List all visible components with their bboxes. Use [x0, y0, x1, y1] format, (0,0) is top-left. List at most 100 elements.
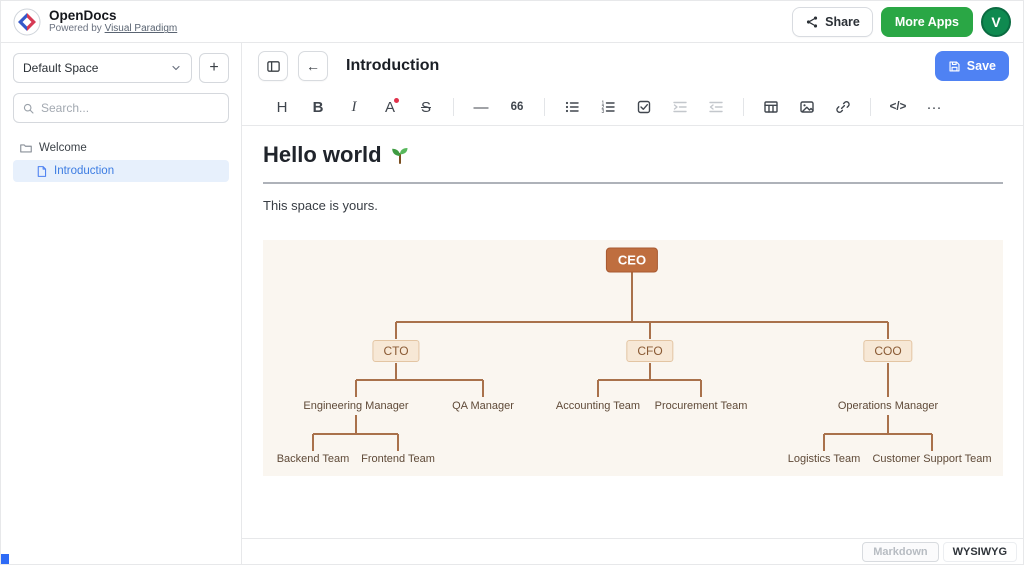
outdent-icon-button: [702, 93, 730, 121]
chevron-down-icon: [170, 62, 182, 74]
more-glyph: ···: [927, 99, 942, 116]
org-node-frontend-team: Frontend Team: [361, 453, 435, 465]
org-connector: [887, 322, 889, 339]
doc-toolbar: ← Introduction Save: [242, 43, 1024, 89]
space-name: Default Space: [23, 61, 98, 75]
image-icon-button[interactable]: [793, 93, 821, 121]
save-label: Save: [967, 59, 996, 73]
bullet-list-icon-button[interactable]: [558, 93, 586, 121]
doc-title: Introduction: [346, 57, 439, 75]
heading-divider: [263, 182, 1003, 184]
seedling-emoji-icon: [390, 145, 410, 165]
horizontal-rule-button[interactable]: —: [467, 93, 495, 121]
text-color-button[interactable]: A: [376, 93, 404, 121]
search-box[interactable]: [13, 93, 229, 123]
search-input[interactable]: [41, 101, 220, 115]
org-connector: [356, 379, 483, 381]
org-node-coo: COO: [863, 340, 912, 362]
more-apps-button[interactable]: More Apps: [881, 7, 973, 37]
powered-by-prefix: Powered by: [49, 23, 105, 34]
app-title-block: OpenDocs Powered by Visual Paradigm: [49, 9, 177, 35]
org-node-engineering-manager: Engineering Manager: [303, 400, 408, 412]
share-icon: [805, 15, 819, 29]
svg-text:3: 3: [602, 109, 605, 115]
header-actions: Share More Apps V: [792, 7, 1011, 37]
app-name: OpenDocs: [49, 9, 177, 24]
blockquote-button[interactable]: 66: [503, 93, 531, 121]
strikethrough-button[interactable]: S: [412, 93, 440, 121]
indent-icon-button: [666, 93, 694, 121]
document-content[interactable]: Hello world This space is yours. CEOCTOC…: [242, 126, 1024, 538]
bold-button[interactable]: B: [304, 93, 332, 121]
org-node-backend-team: Backend Team: [277, 453, 350, 465]
opendocs-logo-icon: [13, 8, 41, 36]
italic-glyph: I: [352, 99, 357, 116]
toolbar-divider: [453, 98, 454, 116]
org-connector: [823, 434, 825, 451]
sidebar: Default Space + Welcome Introduction: [1, 43, 242, 565]
org-connector: [312, 434, 314, 451]
save-button[interactable]: Save: [935, 51, 1009, 81]
visual-paradigm-link[interactable]: Visual Paradigm: [105, 23, 178, 34]
org-node-operations-manager: Operations Manager: [838, 400, 938, 412]
org-connector: [824, 433, 932, 435]
toggle-sidebar-button[interactable]: [258, 51, 288, 81]
tree-item-welcome[interactable]: Welcome: [13, 137, 229, 159]
save-icon: [948, 60, 961, 73]
add-page-button[interactable]: +: [199, 53, 229, 83]
org-connector: [631, 272, 633, 322]
back-button[interactable]: ←: [298, 51, 328, 81]
code-block-glyph: </>: [890, 101, 907, 113]
tree-item-introduction[interactable]: Introduction: [13, 160, 229, 182]
org-node-cfo: CFO: [626, 340, 673, 362]
org-connector: [887, 363, 889, 397]
org-connector: [355, 380, 357, 397]
horizontal-rule-glyph: —: [474, 99, 489, 116]
editor-main: ← Introduction Save H B I AS — 66 123 </> ··· He…: [242, 43, 1024, 565]
toolbar-divider: [544, 98, 545, 116]
toolbar-divider: [743, 98, 744, 116]
org-node-customer-support-team: Customer Support Team: [872, 453, 991, 465]
share-button[interactable]: Share: [792, 7, 873, 37]
task-list-icon-button[interactable]: [630, 93, 658, 121]
more-button[interactable]: ···: [920, 93, 948, 121]
org-connector: [931, 434, 933, 451]
org-node-qa-manager: QA Manager: [452, 400, 514, 412]
corner-accent: [1, 554, 9, 564]
avatar[interactable]: V: [981, 7, 1011, 37]
mode-markdown-button[interactable]: Markdown: [862, 542, 938, 562]
folder-icon: [19, 141, 33, 155]
ordered-list-icon-button[interactable]: 123: [594, 93, 622, 121]
org-connector: [649, 322, 651, 339]
org-connector: [396, 321, 888, 323]
bold-glyph: B: [313, 99, 324, 116]
space-selector[interactable]: Default Space: [13, 53, 192, 83]
blockquote-glyph: 66: [511, 101, 524, 113]
share-label: Share: [825, 15, 860, 29]
mode-wysiwyg-button[interactable]: WYSIWYG: [943, 542, 1017, 562]
org-connector: [597, 380, 599, 397]
link-icon-button[interactable]: [829, 93, 857, 121]
powered-by: Powered by Visual Paradigm: [49, 23, 177, 34]
heading-glyph: H: [277, 99, 288, 116]
toolbar-divider: [870, 98, 871, 116]
italic-button[interactable]: I: [340, 93, 368, 121]
org-node-logistics-team: Logistics Team: [788, 453, 861, 465]
org-connector: [598, 379, 701, 381]
tree-item-label: Introduction: [54, 165, 114, 177]
org-node-ceo: CEO: [606, 248, 658, 273]
org-connector: [313, 433, 398, 435]
space-row: Default Space +: [13, 53, 229, 83]
search-icon: [22, 102, 35, 115]
org-chart: CEOCTOCFOCOOEngineering ManagerQA Manage…: [263, 240, 1003, 476]
org-connector: [397, 434, 399, 451]
back-arrow-icon: ←: [306, 58, 320, 74]
table-icon-button[interactable]: [757, 93, 785, 121]
org-connector: [482, 380, 484, 397]
body-row: Default Space + Welcome Introduction: [1, 43, 1023, 565]
heading-button[interactable]: H: [268, 93, 296, 121]
org-node-accounting-team: Accounting Team: [556, 400, 640, 412]
page-icon: [35, 165, 48, 178]
document-heading: Hello world: [263, 140, 1003, 170]
code-block-button[interactable]: </>: [884, 93, 912, 121]
